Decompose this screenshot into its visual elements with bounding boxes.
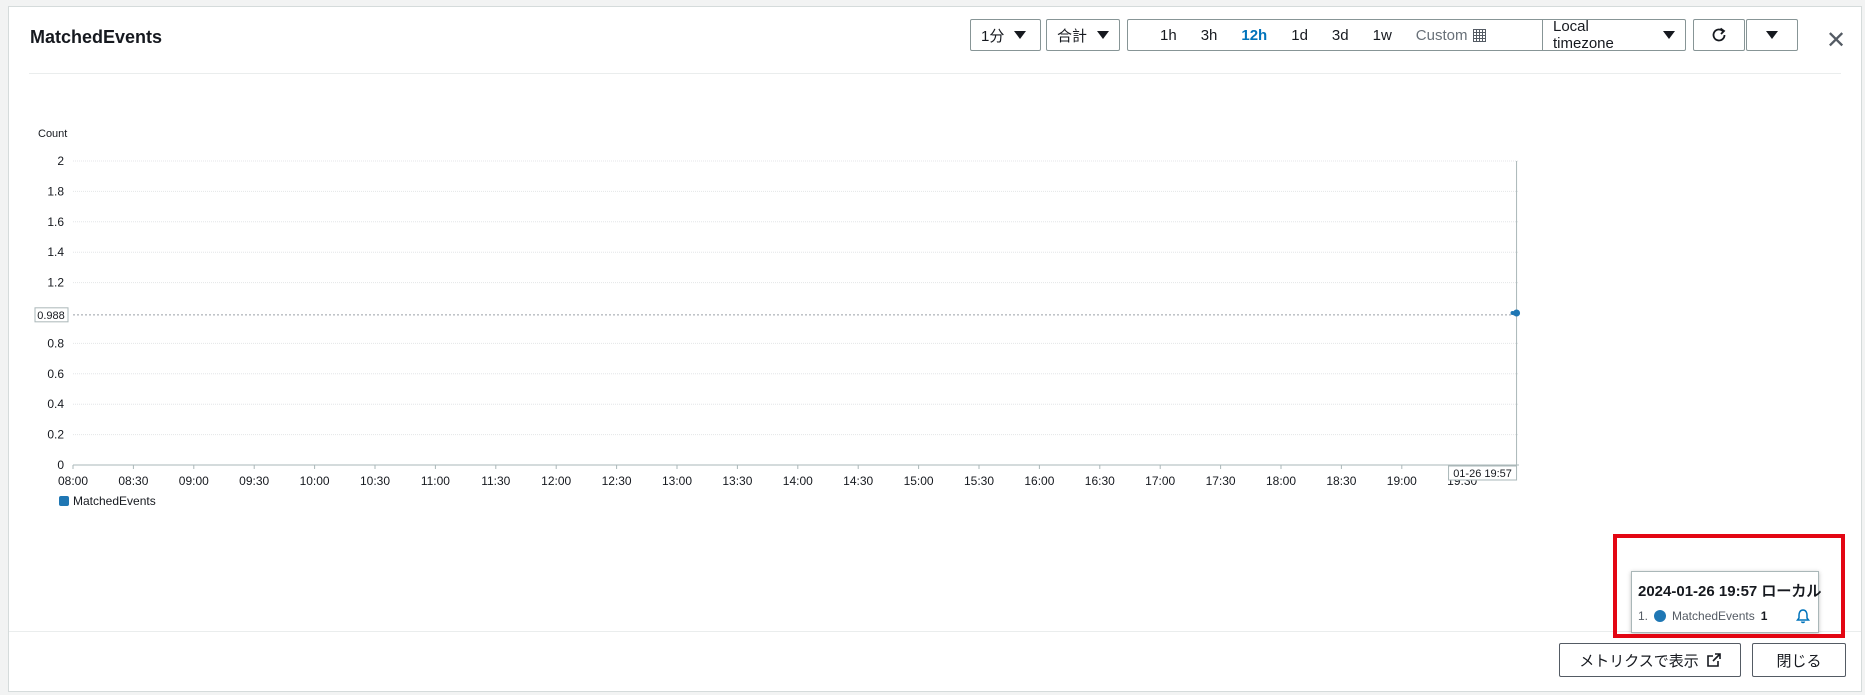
x-tick-label: 10:00 bbox=[300, 474, 330, 488]
legend-swatch bbox=[59, 496, 69, 506]
close-icon[interactable]: ✕ bbox=[1826, 29, 1846, 53]
y-tick-label: 0.6 bbox=[47, 367, 64, 381]
external-link-icon bbox=[1706, 653, 1721, 667]
range-custom-label: Custom bbox=[1415, 26, 1468, 44]
legend-label: MatchedEvents bbox=[73, 494, 156, 508]
x-tick-label: 09:00 bbox=[179, 474, 209, 488]
period-value: 1分 bbox=[981, 27, 1005, 45]
y-tick-label: 0.988 bbox=[37, 310, 65, 322]
y-tick-label: 1.2 bbox=[47, 276, 64, 290]
y-tick-label: 1.6 bbox=[47, 215, 64, 229]
time-range-selector: 1h 3h 12h 1d 3d 1w Custom bbox=[1127, 19, 1545, 51]
modal-header: MatchedEvents 1分 合計 1h 3h 12h 1d 3d 1w C… bbox=[9, 7, 1861, 73]
data-point bbox=[1513, 309, 1521, 317]
x-tick-label: 18:30 bbox=[1326, 474, 1356, 488]
x-tick-label: 14:00 bbox=[783, 474, 813, 488]
y-tick-label: 0.2 bbox=[47, 428, 64, 442]
period-dropdown[interactable]: 1分 bbox=[970, 19, 1041, 51]
y-tick-label: 1.4 bbox=[47, 245, 64, 259]
range-custom[interactable]: Custom bbox=[1404, 27, 1499, 44]
range-1h[interactable]: 1h bbox=[1148, 27, 1189, 44]
y-axis-label: Count bbox=[38, 128, 67, 140]
timezone-value: Local timezone bbox=[1553, 18, 1614, 52]
tooltip-series: MatchedEvents bbox=[1672, 609, 1755, 623]
view-in-metrics-button[interactable]: メトリクスで表示 bbox=[1559, 643, 1741, 677]
y-tick-label: 1.8 bbox=[47, 184, 64, 198]
range-3h[interactable]: 3h bbox=[1189, 27, 1230, 44]
x-tick-label: 13:00 bbox=[662, 474, 692, 488]
x-tick-label: 18:00 bbox=[1266, 474, 1296, 488]
tooltip-row: 1. MatchedEvents 1 bbox=[1638, 608, 1811, 624]
refresh-options-button[interactable] bbox=[1746, 19, 1798, 51]
chevron-down-icon bbox=[1663, 31, 1675, 39]
statistic-dropdown[interactable]: 合計 bbox=[1046, 19, 1120, 51]
tooltip-value: 1 bbox=[1760, 609, 1768, 623]
x-tick-label: 09:30 bbox=[239, 474, 269, 488]
timezone-dropdown[interactable]: Local timezone bbox=[1542, 18, 1686, 52]
page-title: MatchedEvents bbox=[30, 27, 163, 47]
alarm-bell-icon[interactable] bbox=[1795, 608, 1811, 624]
tooltip-title: 2024-01-26 19:57 ローカル bbox=[1638, 583, 1822, 600]
close-button-label: 閉じる bbox=[1776, 652, 1822, 670]
y-tick-label: 0.8 bbox=[47, 336, 64, 350]
range-3d[interactable]: 3d bbox=[1320, 27, 1361, 44]
footer-divider bbox=[9, 631, 1861, 632]
series-color-dot bbox=[1654, 610, 1667, 622]
x-hover-label: 01-26 19:57 bbox=[1453, 468, 1512, 480]
x-tick-label: 17:30 bbox=[1206, 474, 1236, 488]
refresh-icon bbox=[1712, 27, 1726, 42]
line-chart: Count 0 0.2 0.4 0.6 0.8 0.988 1.2 1.4 1.6 1.8 2 08:0… bbox=[34, 128, 1521, 508]
range-1d[interactable]: 1d bbox=[1279, 27, 1320, 44]
range-12h[interactable]: 12h bbox=[1229, 27, 1279, 44]
y-tick-label: 0 bbox=[57, 458, 64, 472]
x-tick-label: 12:30 bbox=[602, 474, 632, 488]
chevron-down-icon bbox=[1097, 31, 1109, 39]
refresh-button[interactable] bbox=[1693, 19, 1745, 51]
x-tick-label: 15:30 bbox=[964, 474, 994, 488]
range-1w[interactable]: 1w bbox=[1361, 27, 1404, 44]
calendar-icon bbox=[1473, 28, 1487, 42]
x-tick-label: 08:30 bbox=[118, 474, 148, 488]
x-tick-label: 12:00 bbox=[541, 474, 571, 488]
x-tick-label: 19:00 bbox=[1387, 474, 1417, 488]
x-tick-label: 16:30 bbox=[1085, 474, 1115, 488]
chevron-down-icon bbox=[1766, 31, 1778, 39]
x-tick-label: 08:00 bbox=[58, 474, 88, 488]
x-tick-label: 16:00 bbox=[1024, 474, 1054, 488]
y-tick-label: 0.4 bbox=[47, 397, 64, 411]
y-tick-label: 2 bbox=[57, 154, 64, 168]
x-tick-label: 15:00 bbox=[904, 474, 934, 488]
header-divider bbox=[29, 73, 1841, 74]
metric-modal: MatchedEvents 1分 合計 1h 3h 12h 1d 3d 1w C… bbox=[8, 6, 1862, 692]
x-tick-label: 11:00 bbox=[421, 474, 450, 488]
close-button[interactable]: 閉じる bbox=[1752, 643, 1846, 677]
view-in-metrics-label: メトリクスで表示 bbox=[1579, 652, 1699, 670]
tooltip-index: 1. bbox=[1638, 609, 1649, 623]
x-tick-label: 11:30 bbox=[481, 474, 510, 488]
chevron-down-icon bbox=[1014, 31, 1027, 39]
statistic-value: 合計 bbox=[1057, 27, 1088, 45]
x-tick-label: 17:00 bbox=[1145, 474, 1175, 488]
x-tick-label: 13:30 bbox=[722, 474, 752, 488]
data-tooltip: 2024-01-26 19:57 ローカル 1. MatchedEvents 1 bbox=[1631, 571, 1822, 633]
x-tick-label: 10:30 bbox=[360, 474, 390, 488]
x-tick-label: 14:30 bbox=[843, 474, 873, 488]
